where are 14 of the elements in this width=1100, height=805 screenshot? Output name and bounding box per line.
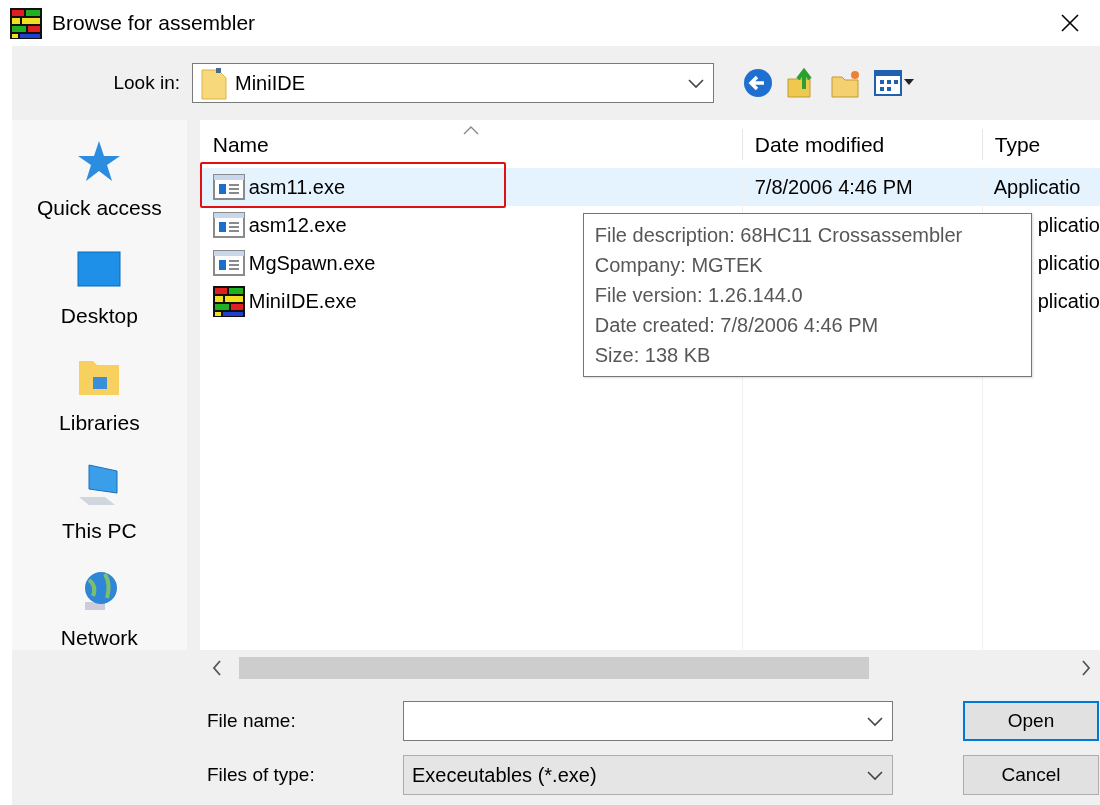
- window-title: Browse for assembler: [52, 10, 256, 37]
- tooltip-line: Date created: 7/8/2006 4:46 PM: [594, 313, 880, 338]
- tooltip-line: File description: 68HC11 Crossassembler: [594, 223, 964, 248]
- look-in-label: Look in:: [112, 70, 181, 95]
- type-text: plicatio: [1037, 290, 1100, 312]
- type-text: plicatio: [1037, 252, 1100, 274]
- tooltip-line: File version: 1.26.144.0: [594, 283, 804, 308]
- date-text: 7/8/2006 4:46 PM: [754, 176, 913, 198]
- tooltip-line: Company: MGTEK: [594, 253, 764, 278]
- file-type-label: Files of type:: [206, 762, 316, 787]
- file-name-label: File name:: [206, 708, 297, 733]
- type-text: plicatio: [1037, 214, 1100, 236]
- type-text: Applicatio: [993, 176, 1081, 198]
- tooltip-line: Size: 138 KB: [594, 343, 712, 368]
